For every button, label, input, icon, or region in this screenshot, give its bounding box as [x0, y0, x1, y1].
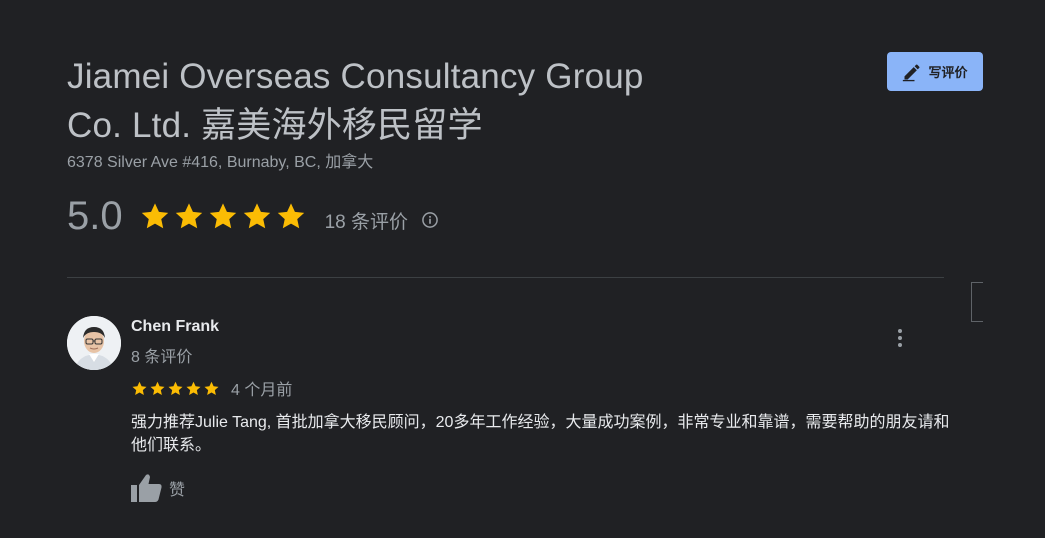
side-scroll-tab[interactable]	[971, 282, 983, 322]
star-icon	[277, 203, 304, 229]
pencil-icon	[903, 63, 920, 81]
review-time: 4 个月前	[231, 382, 293, 399]
rating-stars	[139, 200, 309, 232]
business-title-line2: Co. Ltd. 嘉美海外移民留学	[67, 106, 483, 145]
divider	[67, 277, 944, 278]
more-vert-icon[interactable]	[888, 326, 912, 350]
like-button[interactable]: 赞	[129, 472, 185, 504]
avatar-image	[67, 316, 121, 370]
business-address: 6378 Silver Ave #416, Burnaby, BC, 加拿大	[67, 154, 374, 171]
reviewer-review-count: 8 条评价	[131, 349, 193, 366]
like-label: 赞	[169, 482, 186, 499]
star-icon	[186, 381, 201, 395]
star-icon	[209, 203, 236, 229]
rating-summary: 5.0 18 条评价	[67, 192, 440, 240]
star-icon	[132, 381, 147, 395]
star-icon	[175, 203, 202, 229]
reviewer-name[interactable]: Chen Frank	[131, 318, 219, 336]
write-review-label: 写评价	[928, 65, 968, 80]
review-rating-row: 4 个月前	[131, 376, 292, 400]
star-icon	[150, 381, 165, 395]
review-count: 18 条评价	[324, 211, 409, 233]
review-stars	[131, 380, 221, 397]
info-icon[interactable]	[420, 210, 440, 230]
review-panel: Jiamei Overseas Consultancy Group Co. Lt…	[0, 0, 1045, 538]
business-title-line1: Jiamei Overseas Consultancy Group	[67, 57, 644, 96]
star-icon	[168, 381, 183, 395]
business-title: Jiamei Overseas Consultancy Group Co. Lt…	[67, 52, 767, 150]
star-icon	[141, 203, 168, 229]
thumb-up-icon	[131, 474, 162, 502]
review-text: 强力推荐Julie Tang, 首批加拿大移民顾问，20多年工作经验，大量成功案…	[131, 414, 950, 454]
star-icon	[204, 381, 219, 395]
avatar[interactable]	[67, 316, 121, 370]
star-icon	[243, 203, 270, 229]
rating-value: 5.0	[67, 194, 123, 238]
write-review-button[interactable]: 写评价	[887, 52, 983, 91]
